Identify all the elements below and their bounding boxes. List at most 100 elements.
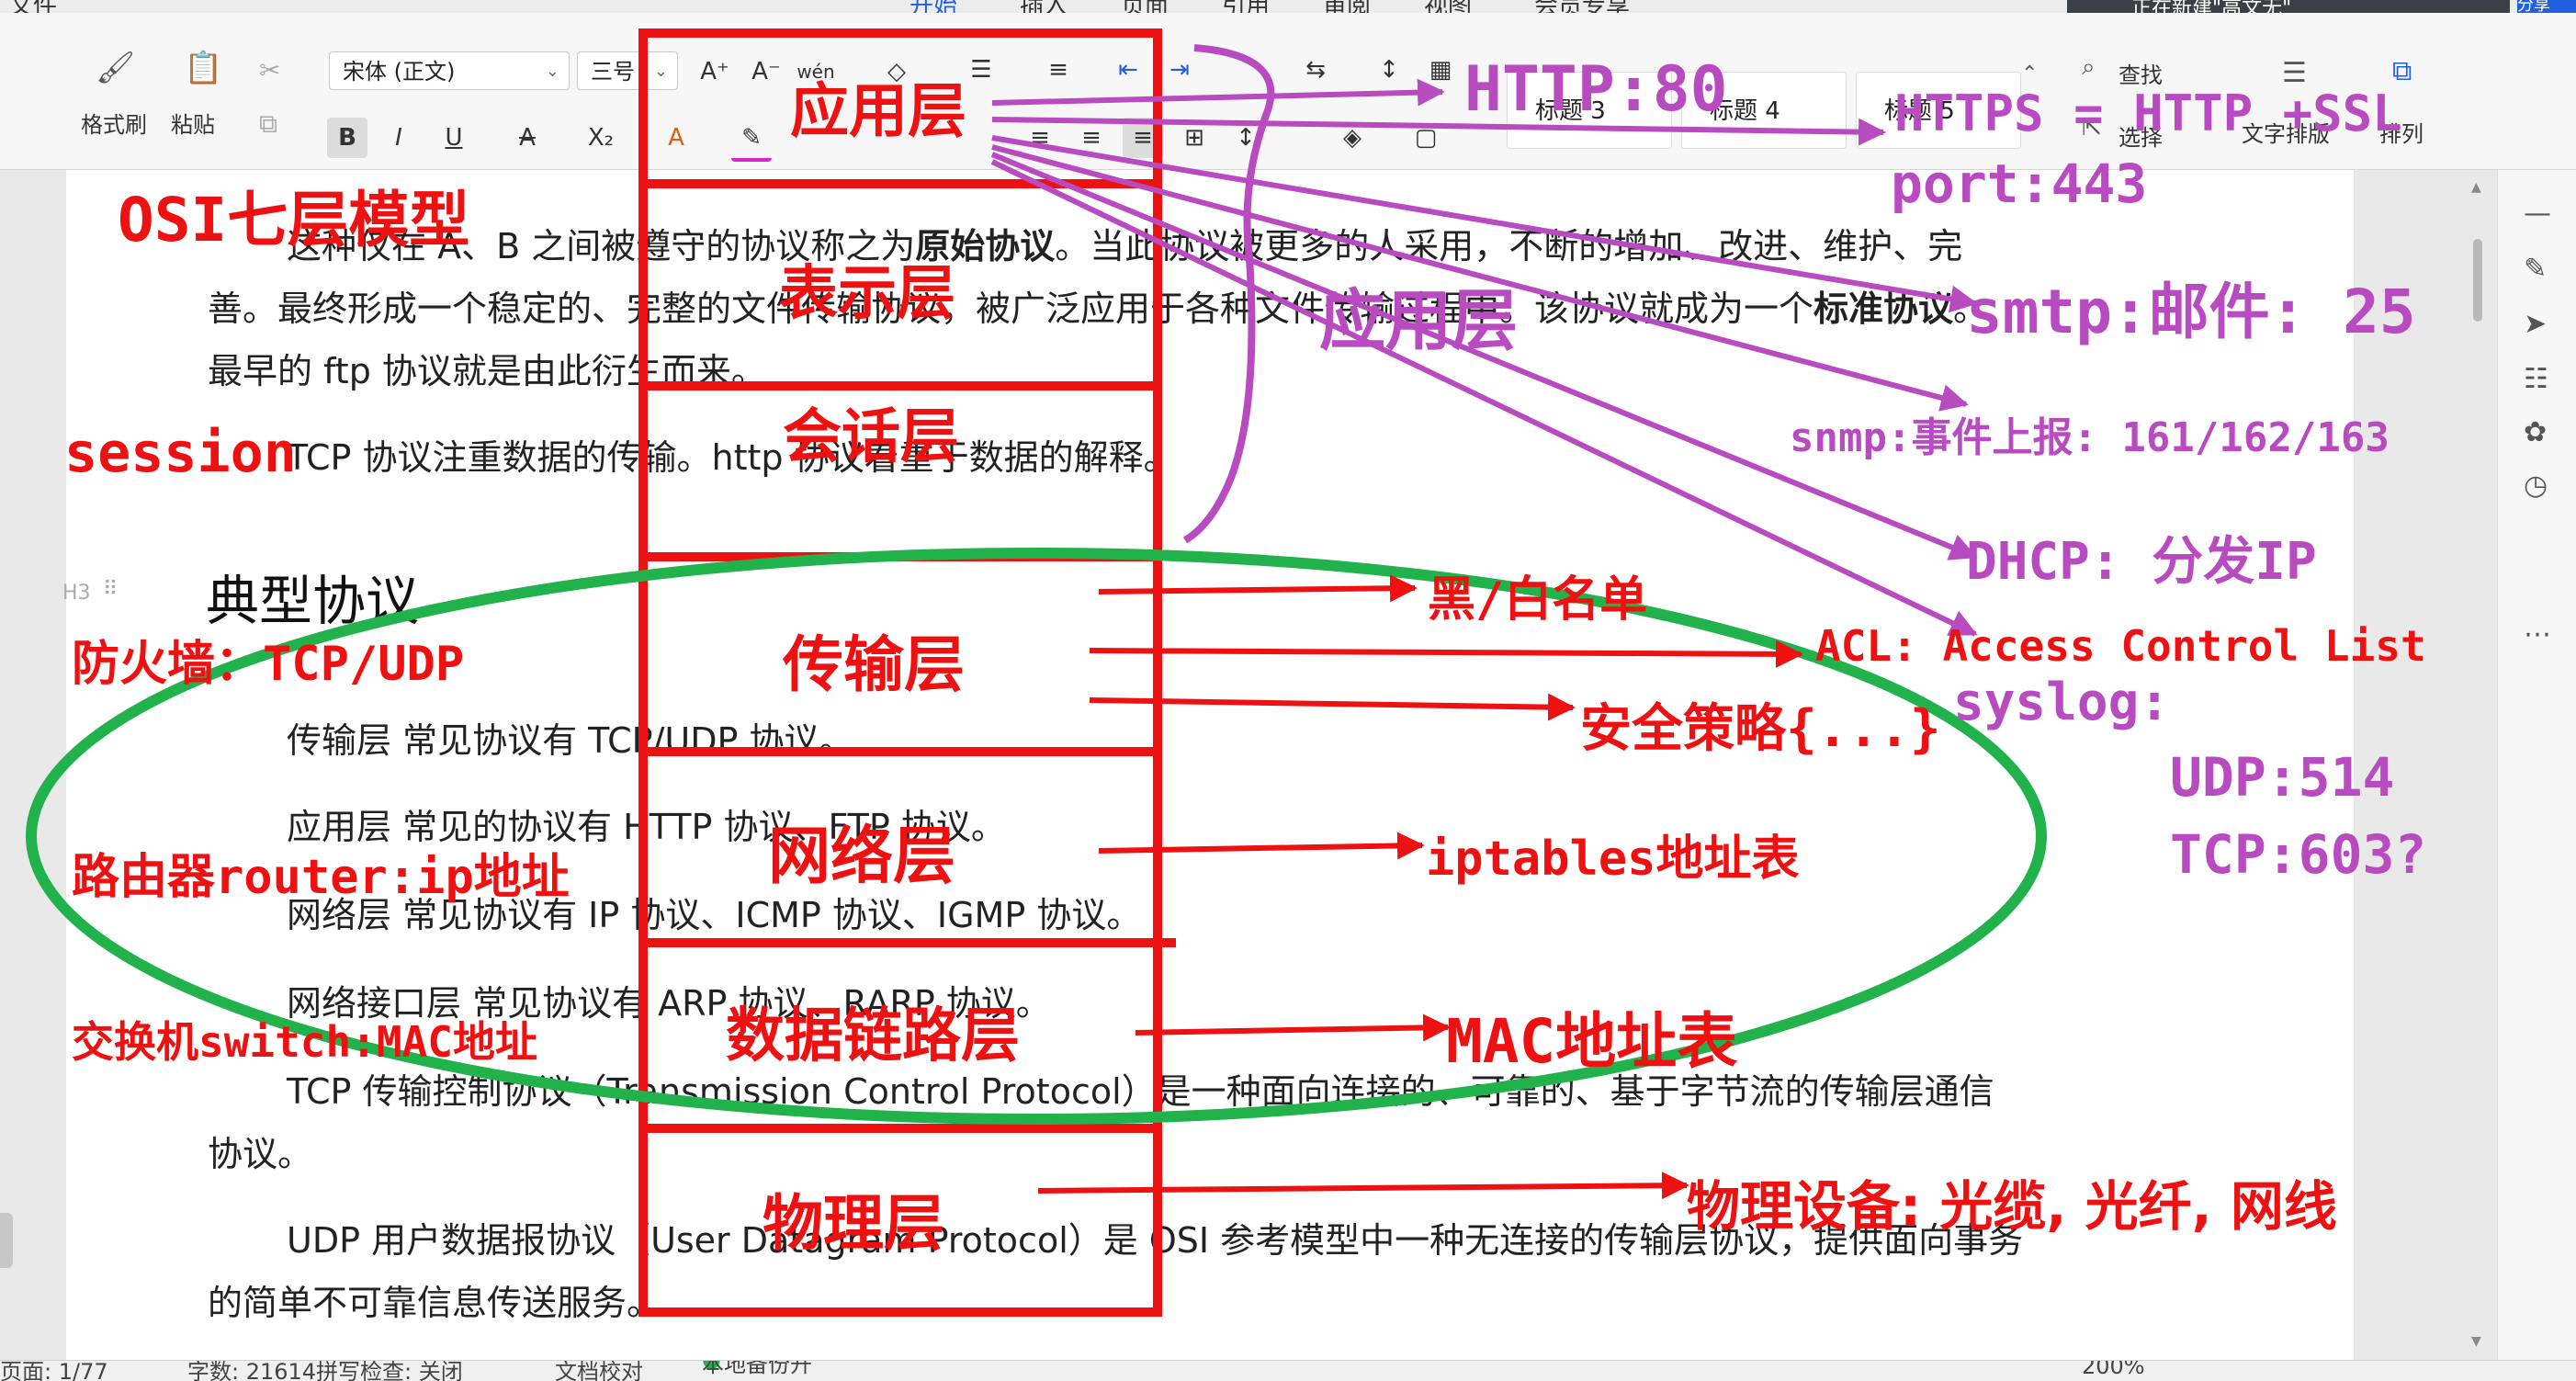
arrange-icon[interactable]: ⧉ [2392,55,2412,87]
scroll-up-icon[interactable]: ▲ [2471,180,2481,195]
menu-home[interactable]: 开始 [910,0,957,13]
bullet-list-icon[interactable]: ☰ [961,50,1001,90]
session-label: session [64,421,297,485]
physical-devices-label: 物理设备: 光缆, 光纤, 网线 [1687,1175,2337,1238]
switch-label: 交换机switch:MAC地址 [72,1017,537,1067]
palette-icon[interactable]: ✿ [2524,416,2547,448]
copy-icon[interactable]: ⧉ [259,108,277,140]
text-direction-icon[interactable]: ⇆ [1295,50,1336,90]
scroll-down-icon[interactable]: ▼ [2471,1334,2481,1349]
menu-bar: 文件 开始 插入 页面 引用 审阅 视图 会员专享 正在新建"高文无" 分享 [0,0,2576,13]
heading-level-marker[interactable]: H3 [62,582,91,605]
spell-check-status[interactable]: 拼写检查: 关闭 [316,1361,463,1381]
collapse-icon[interactable]: — [2524,198,2551,230]
https-label: HTTPS = HTTP +SSL [1894,85,2402,142]
line-spacing-icon[interactable]: ↕ [1226,118,1266,158]
text-effect-icon[interactable]: A [656,118,696,158]
menu-review[interactable]: 审阅 [1323,0,1371,13]
acl-label: ACL: Access Control List [1815,621,2426,671]
underline-button[interactable]: U [434,118,474,158]
syslog-udp-port: UDP:514 [2170,746,2395,809]
layer-application: 应用层 [790,78,966,146]
osi-model-title: OSI七层模型 [118,185,470,255]
vertical-scrollbar[interactable]: ▲ ▼ [2468,175,2488,1351]
subscript-button[interactable]: X₂ [581,118,621,158]
menu-insert[interactable]: 插入 [1020,0,1068,13]
distribute-icon[interactable]: ⊞ [1174,118,1215,158]
decrease-indent-icon[interactable]: ⇤ [1108,50,1148,90]
layer-session: 会话层 [783,403,959,471]
paste-label[interactable]: 粘贴 [171,107,215,139]
layer-physical: 物理层 [763,1188,944,1259]
scrollbar-thumb[interactable] [2473,239,2482,322]
numbered-list-icon[interactable]: ≡ [1038,50,1079,90]
font-name-select[interactable]: 宋体 (正文) ⌄ [329,51,570,90]
font-size-select[interactable]: 三号 ⌄ [577,51,678,90]
align-center-icon[interactable]: ≡ [1071,118,1112,158]
section-heading: 典型协议 [206,570,420,632]
left-panel-handle[interactable] [0,1213,13,1268]
layer-data-link: 数据链路层 [726,1002,1020,1070]
font-name-value: 宋体 (正文) [343,59,456,85]
styles-scroll-up-icon[interactable]: ⌃ [2021,62,2038,85]
firewall-label: 防火墙：TCP/UDP [72,637,465,692]
menu-view[interactable]: 视图 [1424,0,1472,13]
list-item: 传输层 常见协议有 TCP/UDP 协议。 [287,720,854,761]
strikethrough-button[interactable]: A [507,118,548,158]
table-icon[interactable]: ▦ [1420,50,1461,90]
paragraph-line: 善。最终形成一个稳定的、完整的文件传输协议，被广泛应用于各种文件传输过程中。该协… [208,289,1989,329]
align-left-icon[interactable]: ≡ [1020,118,1060,158]
page-count[interactable]: 页面: 1/77 [0,1361,108,1381]
proofread-status[interactable]: 文档校对 [555,1361,643,1381]
bold-button[interactable]: B [327,118,367,158]
word-count[interactable]: 字数: 21614 [187,1361,316,1381]
blacklist-label: 黑/白名单 [1428,572,1648,628]
paragraph-line: 协议。 [208,1134,313,1174]
paragraph-line: 最早的 ftp 协议就是由此衍生而来。 [208,351,766,391]
side-tool-rail: — ✎ ➤ ☷ ✿ ◷ ⋯ [2497,170,2576,1360]
font-size-value: 三号 [591,59,635,85]
history-icon[interactable]: ◷ [2524,470,2548,502]
search-icon[interactable]: ⌕ [2082,53,2096,82]
increase-indent-icon[interactable]: ⇥ [1159,50,1200,90]
italic-button[interactable]: I [378,118,419,158]
menu-file[interactable]: 文件 [9,0,57,13]
cursor-icon[interactable]: ➤ [2524,308,2547,340]
grow-font-icon[interactable]: A⁺ [695,51,735,92]
highlight-icon[interactable]: ✎ [731,118,772,162]
share-button[interactable]: 分享 [2517,0,2576,13]
notification-text: 正在新建"高文无" [2131,0,2292,13]
paste-icon[interactable]: 📋 [184,50,222,86]
pen-icon[interactable]: ✎ [2524,253,2547,285]
snmp-label: snmp:事件上报: 161/162/163 [1790,414,2390,461]
drag-handle-icon[interactable]: ⠿ [103,578,118,601]
border-icon[interactable]: ▢ [1406,118,1446,158]
layer-presentation: 表示层 [779,260,955,328]
status-bar: 页面: 1/77 字数: 21614 拼写检查: 关闭 文档校对 ● 本地备份开… [0,1360,2576,1381]
align-justify-icon[interactable]: ≡ [1123,118,1163,158]
format-painter-label[interactable]: 格式刷 [81,107,147,139]
shading-icon[interactable]: ◈ [1332,118,1373,158]
menu-reference[interactable]: 引用 [1222,0,1270,13]
notification-banner: 正在新建"高文无" [2067,0,2510,13]
more-icon[interactable]: ⋯ [2524,618,2551,651]
paragraph-line: 的简单不可靠信息传送服务。 [208,1283,662,1323]
router-label: 路由器router:ip地址 [72,850,570,905]
shrink-font-icon[interactable]: A⁻ [746,51,786,92]
dhcp-label: DHCP: 分发IP [1966,532,2317,592]
adjust-icon[interactable]: ☷ [2524,363,2548,395]
sort-icon[interactable]: ↕ [1369,50,1409,90]
smtp-label: smtp:邮件: 25 [1966,277,2416,347]
menu-member[interactable]: 会员专享 [1534,0,1630,13]
share-label: 分享 [2517,0,2550,13]
menu-page[interactable]: 页面 [1121,0,1169,13]
http-port-label: HTTP:80 [1464,53,1728,126]
layer-network: 网络层 [768,821,956,893]
mac-table-label: MAC地址表 [1446,1006,1738,1077]
format-painter-icon[interactable]: 🖌 [96,50,135,86]
paragraph-line: 这种仅在 A、B 之间被遵守的协议称之为原始协议。当此协议被更多的人采用，不断的… [287,226,1963,266]
application-layer-note: 应用层 [1319,282,1519,359]
backup-label: 本地备份开 [702,1360,812,1377]
zoom-level[interactable]: 200% [2082,1361,2145,1379]
cut-icon[interactable]: ✂ [259,55,280,85]
